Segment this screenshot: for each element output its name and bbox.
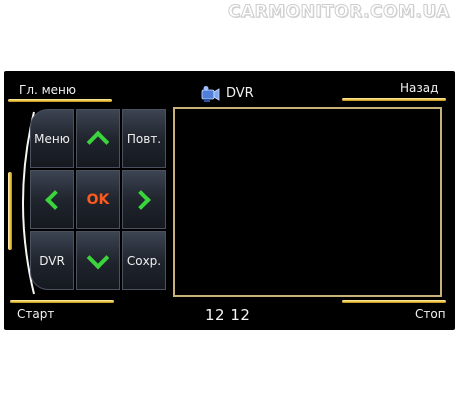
main-menu-button[interactable]: Гл. меню (19, 83, 76, 97)
left-accent-bar (8, 172, 12, 250)
back-button[interactable]: Назад (400, 81, 438, 95)
ok-button-label: OK (86, 191, 110, 208)
chevron-right-icon (134, 193, 154, 207)
save-button[interactable]: Сохр. (122, 231, 166, 290)
video-preview-area[interactable] (173, 107, 442, 297)
site-watermark: CARMONITOR.COM.UA (228, 2, 450, 23)
start-overline (10, 300, 114, 303)
start-button[interactable]: Старт (17, 307, 54, 321)
main-menu-underline (8, 99, 112, 102)
control-pad: Меню Повт. OK DVR Сохр. (30, 109, 166, 292)
stop-button[interactable]: Стоп (415, 307, 446, 321)
ok-button[interactable]: OK (76, 170, 120, 229)
repeat-button[interactable]: Повт. (122, 109, 166, 168)
repeat-button-label: Повт. (126, 131, 162, 146)
up-button[interactable] (76, 109, 120, 168)
clock-display: 12 12 (205, 306, 251, 324)
back-underline (342, 98, 446, 101)
right-button[interactable] (122, 170, 166, 229)
screen-title-text: DVR (226, 86, 254, 101)
chevron-left-icon (42, 193, 62, 207)
menu-button-label: Меню (34, 131, 70, 146)
save-button-label: Сохр. (126, 253, 162, 268)
screen-title: DVR (200, 84, 254, 104)
left-button[interactable] (30, 170, 74, 229)
video-camera-icon (200, 85, 220, 103)
stop-overline (342, 300, 446, 303)
dvr-button-label: DVR (39, 253, 65, 268)
chevron-up-icon (90, 128, 106, 150)
menu-button[interactable]: Меню (30, 109, 74, 168)
chevron-down-icon (90, 256, 106, 266)
down-button[interactable] (76, 231, 120, 290)
dvr-button[interactable]: DVR (30, 231, 74, 290)
